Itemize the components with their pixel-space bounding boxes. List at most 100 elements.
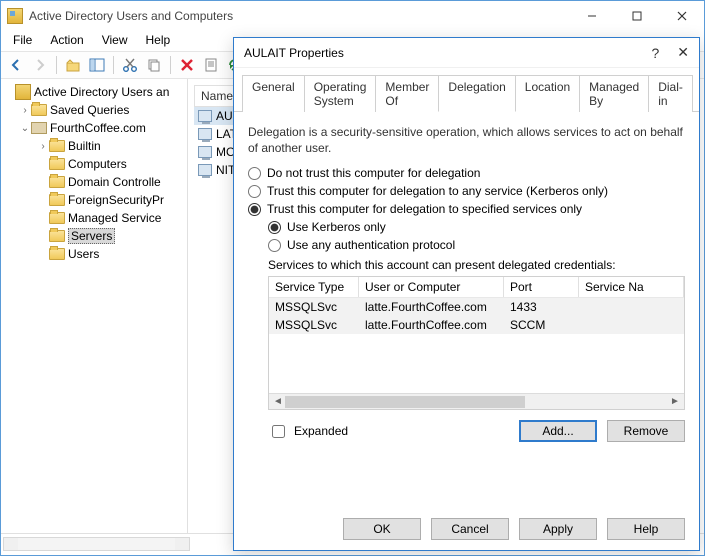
tree-node-label: Managed Service — [68, 211, 161, 225]
show-hide-tree-button[interactable] — [86, 54, 108, 76]
menu-file[interactable]: File — [5, 31, 40, 51]
cut-button[interactable] — [119, 54, 141, 76]
dialog-close-button[interactable]: ✕ — [677, 44, 689, 61]
folder-icon — [49, 194, 65, 206]
folder-icon — [49, 230, 65, 242]
tree-h-scrollbar[interactable] — [3, 537, 190, 551]
maximize-button[interactable] — [614, 1, 659, 31]
tree-node-label: Domain Controlle — [68, 175, 161, 189]
computer-icon — [198, 146, 212, 158]
tree-node-label: FourthCoffee.com — [50, 121, 146, 135]
radio-no-trust[interactable]: Do not trust this computer for delegatio… — [248, 166, 685, 180]
tree-node[interactable]: Managed Service — [3, 209, 185, 227]
cell-user-computer: latte.FourthCoffee.com — [359, 298, 504, 316]
tree-node[interactable]: Domain Controlle — [3, 173, 185, 191]
minimize-button[interactable] — [569, 1, 614, 31]
tree-node[interactable]: Users — [3, 245, 185, 263]
copy-button[interactable] — [143, 54, 165, 76]
folder-icon — [49, 248, 65, 260]
folder-icon — [49, 158, 65, 170]
tab-operating-system[interactable]: Operating System — [304, 75, 377, 112]
services-table[interactable]: Service Type User or Computer Port Servi… — [268, 276, 685, 410]
radio-label: Trust this computer for delegation to sp… — [267, 202, 582, 216]
radio-any-protocol-input[interactable] — [268, 239, 281, 252]
dialog-titlebar: AULAIT Properties ? ✕ — [234, 38, 699, 68]
folder-icon — [49, 140, 65, 152]
chevron-right-icon[interactable]: › — [19, 105, 31, 116]
tree-node-label: Saved Queries — [50, 103, 129, 117]
back-button[interactable] — [5, 54, 27, 76]
tree-root[interactable]: Active Directory Users an — [3, 83, 185, 101]
scroll-right-icon[interactable]: ► — [668, 396, 682, 407]
tab-managed-by[interactable]: Managed By — [579, 75, 649, 112]
services-table-header[interactable]: Service Type User or Computer Port Servi… — [269, 277, 684, 298]
col-user-or-computer[interactable]: User or Computer — [359, 277, 504, 297]
menu-help[interactable]: Help — [138, 31, 179, 51]
delegation-tab-body: Delegation is a security-sensitive opera… — [234, 112, 699, 450]
radio-kerberos-only-input[interactable] — [268, 221, 281, 234]
chevron-right-icon[interactable]: › — [37, 141, 49, 152]
radio-label: Do not trust this computer for delegatio… — [267, 166, 480, 180]
tree-node-label: Builtin — [68, 139, 101, 153]
tree-node-label: ForeignSecurityPr — [68, 193, 164, 207]
tree-node[interactable]: › Builtin — [3, 137, 185, 155]
tab-delegation[interactable]: Delegation — [438, 75, 515, 112]
services-h-scrollbar[interactable]: ◄► — [269, 393, 684, 409]
tab-member-of[interactable]: Member Of — [375, 75, 439, 112]
tree-node[interactable]: Computers — [3, 155, 185, 173]
cancel-button[interactable]: Cancel — [431, 518, 509, 540]
tree-root-label: Active Directory Users an — [34, 85, 169, 99]
help-button[interactable]: Help — [607, 518, 685, 540]
tab-dial-in[interactable]: Dial-in — [648, 75, 693, 112]
col-service-type[interactable]: Service Type — [269, 277, 359, 297]
close-button[interactable] — [659, 1, 704, 31]
expanded-checkbox[interactable] — [272, 425, 285, 438]
cell-service-name — [579, 298, 684, 316]
col-service-name[interactable]: Service Na — [579, 277, 684, 297]
remove-button[interactable]: Remove — [607, 420, 685, 442]
forward-button[interactable] — [29, 54, 51, 76]
tab-general[interactable]: General — [242, 75, 305, 112]
chevron-down-icon[interactable]: ⌄ — [19, 123, 31, 134]
folder-icon — [49, 176, 65, 188]
app-icon — [7, 8, 23, 24]
add-button[interactable]: Add... — [519, 420, 597, 442]
scroll-left-icon[interactable]: ◄ — [271, 396, 285, 407]
tab-location[interactable]: Location — [515, 75, 580, 112]
tree-node[interactable]: › Saved Queries — [3, 101, 185, 119]
cell-service-name — [579, 316, 684, 334]
computer-icon — [198, 128, 212, 140]
radio-kerberos-only[interactable]: Use Kerberos only — [268, 220, 685, 234]
main-window: Active Directory Users and Computers Fil… — [0, 0, 705, 556]
folder-icon — [49, 212, 65, 224]
cell-user-computer: latte.FourthCoffee.com — [359, 316, 504, 334]
properties-dialog: AULAIT Properties ? ✕ General Operating … — [233, 37, 700, 551]
computer-icon — [198, 164, 212, 176]
radio-trust-any[interactable]: Trust this computer for delegation to an… — [248, 184, 685, 198]
radio-no-trust-input[interactable] — [248, 167, 261, 180]
tree-node-label: Computers — [68, 157, 127, 171]
ok-button[interactable]: OK — [343, 518, 421, 540]
scroll-thumb[interactable] — [285, 396, 525, 408]
apply-button[interactable]: Apply — [519, 518, 597, 540]
up-level-button[interactable] — [62, 54, 84, 76]
cell-port: SCCM — [504, 316, 579, 334]
radio-label: Trust this computer for delegation to an… — [267, 184, 608, 198]
menu-view[interactable]: View — [94, 31, 136, 51]
table-row[interactable]: MSSQLSvc latte.FourthCoffee.com SCCM — [269, 316, 684, 334]
tree-node[interactable]: ⌄ FourthCoffee.com — [3, 119, 185, 137]
context-help-button[interactable]: ? — [651, 45, 659, 61]
radio-trust-specified[interactable]: Trust this computer for delegation to sp… — [248, 202, 685, 216]
radio-trust-specified-input[interactable] — [248, 203, 261, 216]
menu-action[interactable]: Action — [42, 31, 91, 51]
dialog-title: AULAIT Properties — [244, 46, 344, 60]
tree-pane[interactable]: Active Directory Users an › Saved Querie… — [1, 79, 188, 533]
delete-button[interactable] — [176, 54, 198, 76]
properties-button[interactable] — [200, 54, 222, 76]
radio-trust-any-input[interactable] — [248, 185, 261, 198]
tree-node[interactable]: ForeignSecurityPr — [3, 191, 185, 209]
col-port[interactable]: Port — [504, 277, 579, 297]
table-row[interactable]: MSSQLSvc latte.FourthCoffee.com 1433 — [269, 298, 684, 316]
radio-any-protocol[interactable]: Use any authentication protocol — [268, 238, 685, 252]
tree-node-servers[interactable]: Servers — [3, 227, 185, 245]
